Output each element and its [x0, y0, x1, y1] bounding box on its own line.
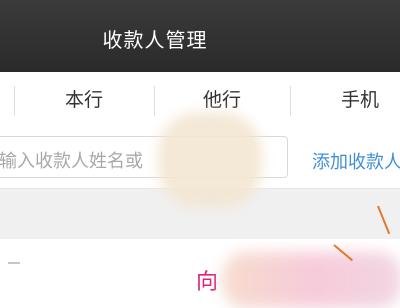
add-payee-link[interactable]: 添加收款人: [312, 148, 400, 174]
tab-mobile[interactable]: 手机: [290, 72, 400, 128]
blurred-overlay: [222, 252, 400, 308]
blurred-overlay: [158, 112, 262, 208]
title-bar: 收款人管理: [0, 0, 400, 72]
tab-same-bank[interactable]: 本行: [14, 72, 154, 128]
list-item-marker: [8, 262, 20, 264]
page-title: 收款人管理: [102, 28, 208, 52]
search-placeholder: 输入收款人姓名或: [0, 151, 143, 172]
payee-item-text[interactable]: 向: [196, 264, 218, 296]
